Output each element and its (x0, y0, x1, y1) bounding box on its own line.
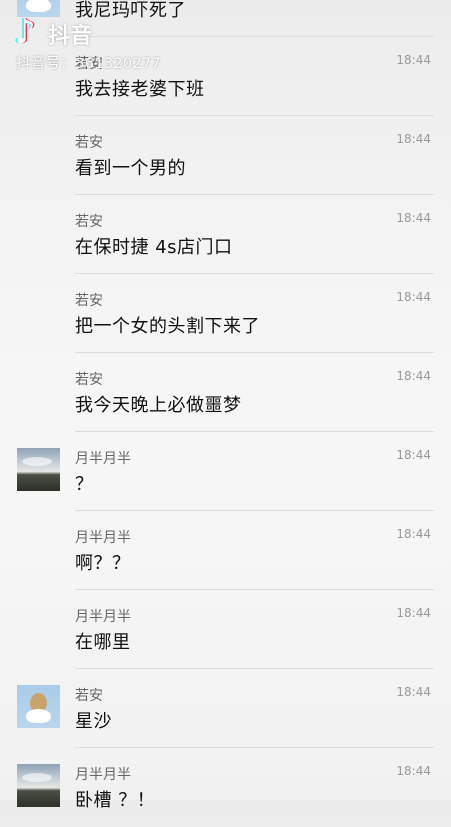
message-text: 我今天晚上必做噩梦 (75, 395, 242, 416)
message-text: 在哪里 (75, 632, 131, 653)
avatar[interactable] (17, 685, 60, 728)
message-time: 18:44 (396, 527, 431, 541)
watermark-account-id: 抖音号：361320277 (16, 56, 161, 72)
sender-name: 若安 (75, 372, 103, 388)
sender-name: 月半月半 (75, 530, 131, 546)
chat-message[interactable]: 若安 18:44 我今天晚上必做噩梦 (0, 353, 451, 432)
avatar[interactable] (17, 448, 60, 491)
message-text: 在保时捷 4s店门口 (75, 237, 233, 258)
sender-name: 若安 (75, 135, 103, 151)
sender-name: 若安 (75, 688, 103, 704)
message-text: ？ (75, 474, 94, 495)
chat-message[interactable]: 若安 18:44 把一个女的头割下来了 (0, 274, 451, 353)
avatar[interactable] (17, 764, 60, 807)
message-text: 啊？？ (75, 553, 131, 574)
message-time: 18:44 (396, 764, 431, 778)
message-time: 18:44 (396, 606, 431, 620)
sender-name: 月半月半 (75, 451, 131, 467)
message-text: 卧槽 ？！ (75, 790, 156, 811)
message-time: 18:44 (396, 53, 431, 67)
tiktok-watermark: ♪ 抖音 抖音号：361320277 (14, 6, 234, 72)
chat-message[interactable]: 若安 18:44 看到一个男的 (0, 116, 451, 195)
chat-message[interactable]: 月半月半 18:44 在哪里 (0, 590, 451, 669)
message-time: 18:44 (396, 369, 431, 383)
chat-message[interactable]: 月半月半 18:44 啊？？ (0, 511, 451, 590)
chat-message[interactable]: 月半月半 18:44 卧槽 ？！ (0, 748, 451, 827)
message-text: 星沙 (75, 711, 112, 732)
message-time: 18:44 (396, 211, 431, 225)
message-time: 18:44 (396, 448, 431, 462)
message-text: 看到一个男的 (75, 158, 186, 179)
message-text: 我去接老婆下班 (75, 79, 205, 100)
sender-name: 若安 (75, 214, 103, 230)
sender-name: 月半月半 (75, 767, 131, 783)
message-time: 18:44 (396, 685, 431, 699)
sender-name: 若安 (75, 293, 103, 309)
chat-message[interactable]: 月半月半 18:44 ？ (0, 432, 451, 511)
chat-list: 我尼玛吓死了 若安 18:44 我去接老婆下班 若安 18:44 看到一个男的 … (0, 0, 451, 811)
message-text: 把一个女的头割下来了 (75, 316, 260, 337)
message-time: 18:44 (396, 290, 431, 304)
sender-name: 月半月半 (75, 609, 131, 625)
message-time: 18:44 (396, 132, 431, 146)
watermark-brand: 抖音 (48, 24, 93, 49)
tiktok-note-icon: ♪ (14, 12, 36, 52)
chat-message[interactable]: 若安 18:44 星沙 (0, 669, 451, 748)
chat-message[interactable]: 若安 18:44 在保时捷 4s店门口 (0, 195, 451, 274)
